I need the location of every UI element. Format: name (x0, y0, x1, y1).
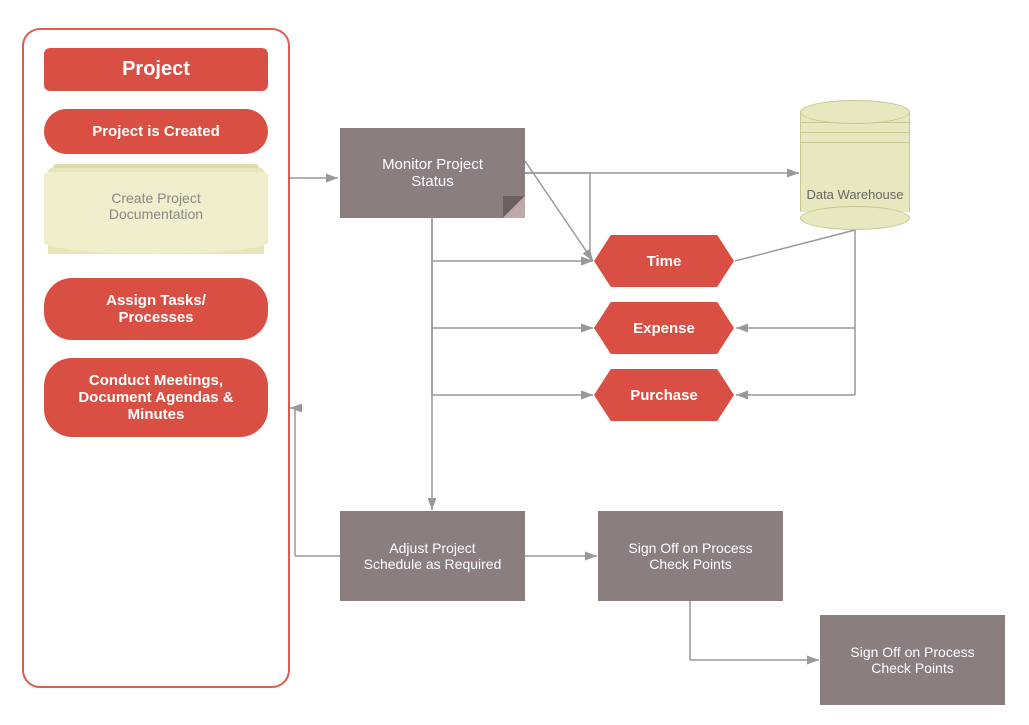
diagram-canvas: Project Project is Created Create Projec… (0, 0, 1029, 725)
adjust-schedule-box: Adjust ProjectSchedule as Required (340, 511, 525, 601)
signoff1-box: Sign Off on ProcessCheck Points (598, 511, 783, 601)
line-time-to-dw (735, 230, 855, 261)
panel-title: Project (44, 48, 268, 91)
purchase-hex: Purchase (594, 369, 734, 421)
arrow-monitor-to-time (525, 161, 593, 261)
doc-label: Create ProjectDocumentation (109, 190, 203, 222)
create-doc-shape: Create ProjectDocumentation (44, 172, 268, 252)
monitor-project-box: Monitor ProjectStatus (340, 128, 525, 218)
doc-main: Create ProjectDocumentation (44, 172, 268, 244)
left-panel: Project Project is Created Create Projec… (22, 28, 290, 688)
dw-label: Data Warehouse (800, 187, 910, 202)
data-warehouse: Data Warehouse (800, 100, 910, 230)
expense-hex: Expense (594, 302, 734, 354)
time-hex: Time (594, 235, 734, 287)
project-created-pill: Project is Created (44, 109, 268, 154)
conduct-meetings-pill: Conduct Meetings,Document Agendas &Minut… (44, 358, 268, 437)
signoff2-box: Sign Off on ProcessCheck Points (820, 615, 1005, 705)
assign-tasks-pill: Assign Tasks/Processes (44, 278, 268, 340)
